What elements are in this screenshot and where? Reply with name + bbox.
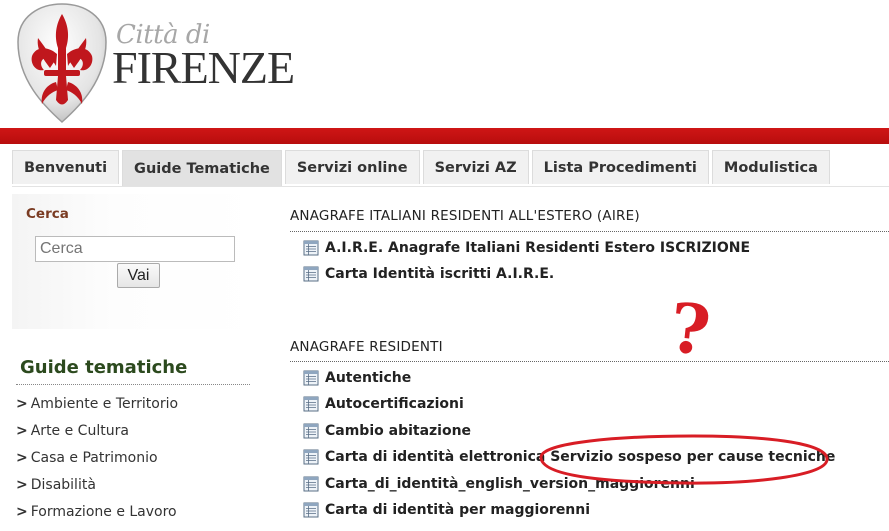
guide-link-arte-cultura[interactable]: > Arte e Cultura — [16, 423, 178, 450]
document-list-icon — [303, 240, 319, 256]
section-title-anagrafe-residenti: ANAGRAFE RESIDENTI — [290, 339, 443, 355]
doc-link-label: A.I.R.E. Anagrafe Italiani Residenti Est… — [325, 240, 751, 256]
document-list-icon — [303, 370, 319, 386]
florence-lily-logo-icon[interactable] — [14, 2, 110, 124]
document-list-icon — [303, 396, 319, 412]
doc-link-cambio-abitazione[interactable]: Cambio abitazione — [303, 421, 471, 441]
guide-link-label: Ambiente e Territorio — [30, 396, 179, 412]
guide-link-disabilita[interactable]: > Disabilità — [16, 477, 178, 504]
tab-benvenuti[interactable]: Benvenuti — [12, 150, 120, 184]
guide-link-label: Arte e Cultura — [30, 423, 129, 439]
doc-link-label: Autentiche — [325, 370, 412, 386]
guide-tematiche-heading: Guide tematiche — [20, 357, 188, 378]
guide-link-label: Formazione e Lavoro — [30, 504, 177, 520]
site-header: Città di FIRENZE — [0, 0, 889, 130]
doc-link-carta-identita-maggiorenni[interactable]: Carta di identità per maggiorenni — [303, 500, 590, 520]
search-submit-button[interactable]: Vai — [117, 263, 160, 288]
search-input[interactable] — [35, 236, 235, 262]
doc-link-carta-identita-aire[interactable]: Carta Identità iscritti A.I.R.E. — [303, 264, 554, 284]
section-divider — [290, 361, 889, 362]
tabs-divider — [12, 186, 889, 187]
header-red-bar — [0, 128, 889, 144]
document-list-icon — [303, 423, 319, 439]
doc-link-label: Carta di identità elettronica Servizio s… — [325, 449, 836, 465]
guide-link-ambiente-territorio[interactable]: > Ambiente e Territorio — [16, 396, 178, 423]
search-title: Cerca — [26, 206, 69, 222]
main-navigation-tabs: Benvenuti Guide Tematiche Servizi online… — [12, 150, 833, 187]
document-list-icon — [303, 449, 319, 465]
annotation-question-mark: ? — [665, 288, 714, 372]
section-divider — [290, 231, 889, 232]
doc-link-label: Carta_di_identità_english_version_maggio… — [325, 476, 695, 492]
doc-link-label: Cambio abitazione — [325, 423, 472, 439]
tab-guide-tematiche[interactable]: Guide Tematiche — [122, 150, 282, 187]
chevron-right-icon: > — [16, 477, 28, 493]
document-list-icon — [303, 502, 319, 518]
chevron-right-icon: > — [16, 423, 28, 439]
tab-servizi-az[interactable]: Servizi AZ — [422, 150, 529, 184]
document-list-icon — [303, 476, 319, 492]
tab-modulistica[interactable]: Modulistica — [711, 150, 830, 184]
guide-link-label: Casa e Patrimonio — [30, 450, 158, 466]
section-title-aire: ANAGRAFE ITALIANI RESIDENTI ALL'ESTERO (… — [290, 208, 640, 224]
guide-link-label: Disabilità — [30, 477, 96, 493]
doc-link-carta-identita-elettronica[interactable]: Carta di identità elettronica Servizio s… — [303, 447, 835, 467]
guide-tematiche-list: > Ambiente e Territorio > Arte e Cultura >… — [16, 396, 178, 531]
doc-link-label: Carta di identità per maggiorenni — [325, 502, 591, 518]
doc-link-carta-identita-english[interactable]: Carta_di_identità_english_version_maggio… — [303, 474, 695, 494]
tab-servizi-online[interactable]: Servizi online — [284, 150, 420, 184]
document-list-icon — [303, 266, 319, 282]
doc-link-autocertificazioni[interactable]: Autocertificazioni — [303, 394, 464, 414]
tab-lista-procedimenti[interactable]: Lista Procedimenti — [531, 150, 709, 184]
guide-link-casa-patrimonio[interactable]: > Casa e Patrimonio — [16, 450, 178, 477]
logo-firenze-text: FIRENZE — [112, 42, 295, 93]
doc-link-label: Autocertificazioni — [325, 396, 464, 412]
doc-link-label: Carta Identità iscritti A.I.R.E. — [325, 266, 555, 282]
guide-heading-divider — [16, 384, 250, 385]
chevron-right-icon: > — [16, 450, 28, 466]
guide-link-formazione-lavoro[interactable]: > Formazione e Lavoro — [16, 504, 178, 531]
chevron-right-icon: > — [16, 504, 28, 520]
chevron-right-icon: > — [16, 396, 28, 412]
doc-link-aire-iscrizione[interactable]: A.I.R.E. Anagrafe Italiani Residenti Est… — [303, 238, 750, 258]
doc-link-autentiche[interactable]: Autentiche — [303, 368, 411, 388]
